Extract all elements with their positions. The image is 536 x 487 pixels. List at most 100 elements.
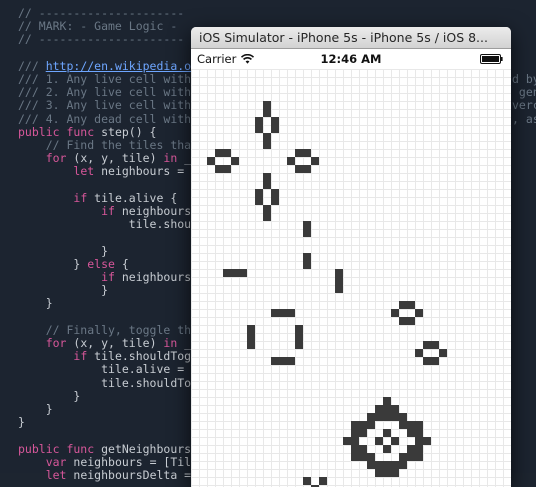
live-cell[interactable] (343, 437, 351, 445)
live-cell[interactable] (391, 309, 399, 317)
live-cell[interactable] (407, 453, 415, 461)
live-cell[interactable] (351, 421, 359, 429)
live-cell[interactable] (295, 341, 303, 349)
live-cell[interactable] (415, 429, 423, 437)
live-cell[interactable] (407, 445, 415, 453)
live-cell[interactable] (335, 277, 343, 285)
live-cell[interactable] (239, 269, 247, 277)
live-cell[interactable] (215, 165, 223, 173)
live-cell[interactable] (391, 413, 399, 421)
live-cell[interactable] (399, 413, 407, 421)
live-cell[interactable] (359, 445, 367, 453)
live-cell[interactable] (351, 445, 359, 453)
live-cell[interactable] (303, 261, 311, 269)
live-cell[interactable] (271, 117, 279, 125)
live-cell[interactable] (383, 397, 391, 405)
live-cell[interactable] (303, 477, 311, 485)
live-cell[interactable] (407, 429, 415, 437)
live-cell[interactable] (303, 165, 311, 173)
game-of-life-board[interactable] (191, 69, 511, 487)
live-cell[interactable] (399, 461, 407, 469)
live-cell[interactable] (263, 205, 271, 213)
live-cell[interactable] (399, 421, 407, 429)
live-cell[interactable] (415, 445, 423, 453)
live-cell[interactable] (335, 285, 343, 293)
live-cell[interactable] (367, 413, 375, 421)
live-cell[interactable] (271, 197, 279, 205)
live-cell[interactable] (383, 405, 391, 413)
live-cell[interactable] (383, 413, 391, 421)
live-cell[interactable] (271, 309, 279, 317)
live-cell[interactable] (247, 333, 255, 341)
window-titlebar[interactable]: iOS Simulator - iPhone 5s - iPhone 5s / … (191, 27, 511, 49)
live-cell[interactable] (287, 309, 295, 317)
live-cell[interactable] (383, 469, 391, 477)
live-cell[interactable] (303, 229, 311, 237)
live-cell[interactable] (311, 157, 319, 165)
live-cell[interactable] (215, 149, 223, 157)
live-cell[interactable] (399, 301, 407, 309)
live-cell[interactable] (319, 477, 327, 485)
live-cell[interactable] (295, 333, 303, 341)
live-cell[interactable] (415, 309, 423, 317)
live-cell[interactable] (383, 461, 391, 469)
live-cell[interactable] (351, 453, 359, 461)
live-cell[interactable] (351, 429, 359, 437)
live-cell[interactable] (247, 325, 255, 333)
live-cell[interactable] (255, 189, 263, 197)
live-cell[interactable] (375, 469, 383, 477)
live-cell[interactable] (383, 429, 391, 437)
live-cell[interactable] (367, 421, 375, 429)
live-cell[interactable] (375, 405, 383, 413)
live-cell[interactable] (351, 437, 359, 445)
live-cell[interactable] (255, 117, 263, 125)
live-cell[interactable] (263, 173, 271, 181)
live-cell[interactable] (295, 165, 303, 173)
live-cell[interactable] (271, 357, 279, 365)
live-cell[interactable] (399, 453, 407, 461)
live-cell[interactable] (271, 125, 279, 133)
live-cell[interactable] (415, 453, 423, 461)
live-cell[interactable] (263, 141, 271, 149)
live-cell[interactable] (263, 109, 271, 117)
live-cell[interactable] (431, 357, 439, 365)
live-cell[interactable] (391, 437, 399, 445)
live-cell[interactable] (431, 341, 439, 349)
live-cell[interactable] (207, 157, 215, 165)
live-cell[interactable] (231, 157, 239, 165)
live-cell[interactable] (375, 437, 383, 445)
live-cell[interactable] (415, 421, 423, 429)
live-cell[interactable] (415, 437, 423, 445)
live-cell[interactable] (407, 421, 415, 429)
live-cell[interactable] (231, 269, 239, 277)
live-cell[interactable] (287, 357, 295, 365)
live-cell[interactable] (407, 301, 415, 309)
live-cell[interactable] (223, 269, 231, 277)
live-cell[interactable] (255, 197, 263, 205)
live-cell[interactable] (383, 445, 391, 453)
code-token[interactable]: http://en.wikipedia.org (46, 59, 205, 73)
live-cell[interactable] (279, 357, 287, 365)
live-cell[interactable] (399, 317, 407, 325)
live-cell[interactable] (423, 357, 431, 365)
live-cell[interactable] (263, 101, 271, 109)
live-cell[interactable] (295, 149, 303, 157)
live-cell[interactable] (367, 461, 375, 469)
live-cell[interactable] (391, 461, 399, 469)
live-cell[interactable] (303, 253, 311, 261)
live-cell[interactable] (359, 429, 367, 437)
live-cell[interactable] (359, 421, 367, 429)
live-cell[interactable] (295, 325, 303, 333)
live-cell[interactable] (271, 189, 279, 197)
live-cell[interactable] (263, 133, 271, 141)
live-cell[interactable] (407, 317, 415, 325)
live-cell[interactable] (423, 341, 431, 349)
live-cell[interactable] (263, 213, 271, 221)
live-cell[interactable] (303, 149, 311, 157)
live-cell[interactable] (375, 413, 383, 421)
live-cell[interactable] (391, 405, 399, 413)
live-cell[interactable] (255, 125, 263, 133)
live-cell[interactable] (223, 165, 231, 173)
live-cell[interactable] (223, 149, 231, 157)
live-cell[interactable] (263, 181, 271, 189)
